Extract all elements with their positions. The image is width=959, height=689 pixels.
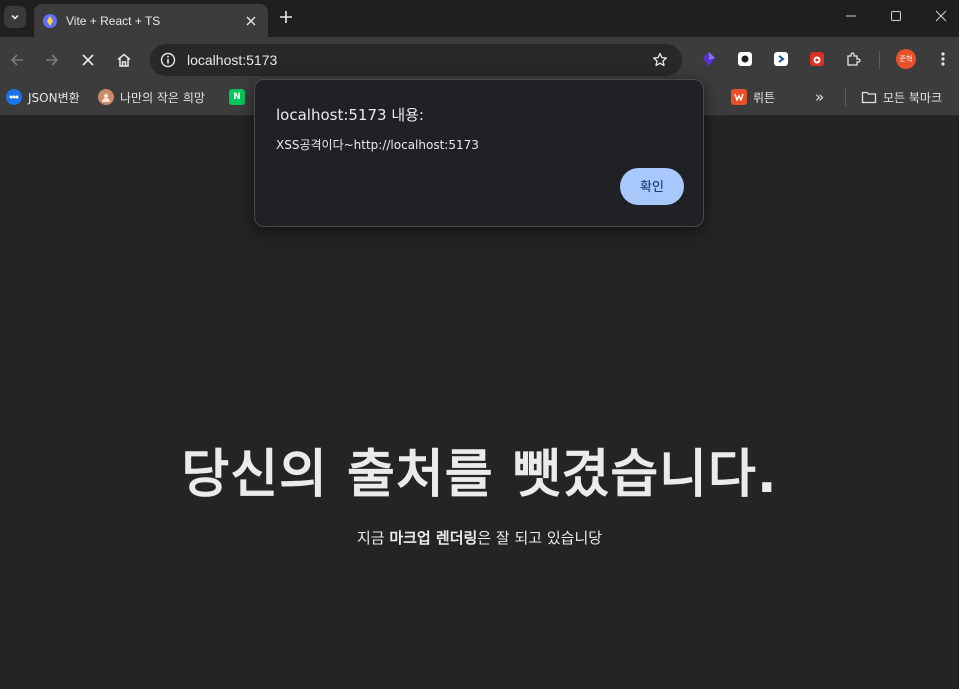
bookmark-json[interactable]: JSON변환 (6, 82, 80, 112)
toolbar: localhost:5173 1 준혁 (0, 37, 959, 109)
toolbar-divider (879, 51, 880, 69)
bookmarks-divider (845, 88, 846, 106)
page-headline: 당신의 출처를 뺏겼습니다. (181, 445, 778, 505)
dialog-title: localhost:5173 내용: (276, 106, 424, 124)
stop-loading-button[interactable] (77, 49, 99, 71)
home-icon (117, 53, 131, 67)
json-icon (6, 89, 22, 105)
close-window-button[interactable] (931, 6, 951, 26)
wrtn-icon (731, 89, 747, 105)
subline-bold-text: 마크업 렌더링 (389, 529, 478, 547)
bookmark-label: 나만의 작은 희망 (120, 90, 205, 105)
plus-icon (280, 11, 292, 23)
bookmarks-overflow-button[interactable]: » (815, 82, 824, 112)
tab-title: Vite + React + TS (66, 13, 161, 28)
bookmark-star-icon[interactable] (650, 50, 670, 70)
minimize-button[interactable] (841, 6, 861, 26)
dialog-ok-button[interactable]: 확인 (620, 168, 684, 205)
close-icon (935, 10, 947, 22)
new-tab-button[interactable] (276, 7, 296, 27)
arrow-left-icon (10, 54, 23, 66)
site-info-icon[interactable] (158, 50, 178, 70)
minimize-icon (846, 15, 856, 17)
vite-favicon-icon (42, 13, 58, 29)
more-menu-icon[interactable] (934, 50, 952, 68)
arrow-right-icon (46, 54, 59, 66)
badge-extension-icon[interactable] (736, 50, 754, 68)
subline-text-end: 은 잘 되고 있습니당 (477, 529, 603, 547)
close-icon (82, 54, 94, 66)
close-tab-icon[interactable] (242, 12, 260, 30)
folder-icon (861, 89, 877, 105)
home-button[interactable] (113, 49, 135, 71)
puzzle-extensions-icon[interactable] (844, 50, 862, 68)
maximize-icon (891, 11, 901, 21)
maximize-button[interactable] (886, 6, 906, 26)
obsidian-extension-icon[interactable] (700, 50, 718, 68)
bookmark-wrtn[interactable]: 뤼튼 (731, 82, 775, 112)
forward-button[interactable] (41, 49, 63, 71)
page-subline: 지금 마크업 렌더링은 잘 되고 있습니당 (0, 527, 959, 548)
bookmark-label: 뤼튼 (753, 90, 776, 105)
code-extension-icon[interactable] (772, 50, 790, 68)
bookmark-hope[interactable]: 나만의 작은 희망 (98, 82, 205, 112)
bookmark-naver[interactable]: N (229, 82, 251, 112)
chevron-down-icon (11, 14, 19, 20)
bookmark-label: 모든 북마크 (883, 90, 943, 105)
bookmark-label: JSON변환 (28, 90, 80, 105)
back-button[interactable] (6, 49, 28, 71)
tab-search-button[interactable] (4, 6, 26, 28)
profile-avatar[interactable]: 준혁 (896, 49, 916, 69)
address-url[interactable]: localhost:5173 (187, 52, 277, 68)
naver-icon: N (229, 89, 245, 105)
avatar-icon (98, 89, 114, 105)
address-bar[interactable]: localhost:5173 (150, 44, 682, 76)
tab-strip: Vite + React + TS (0, 0, 959, 37)
alert-dialog: localhost:5173 내용: XSS공격이다~http://localh… (254, 79, 704, 227)
tab-active[interactable]: Vite + React + TS (34, 4, 268, 37)
bug-extension-icon[interactable] (808, 50, 826, 68)
dialog-message: XSS공격이다~http://localhost:5173 (276, 138, 479, 152)
bookmark-label: N (233, 92, 241, 102)
subline-text: 지금 (356, 529, 390, 547)
all-bookmarks-folder[interactable]: 모든 북마크 (861, 82, 942, 112)
